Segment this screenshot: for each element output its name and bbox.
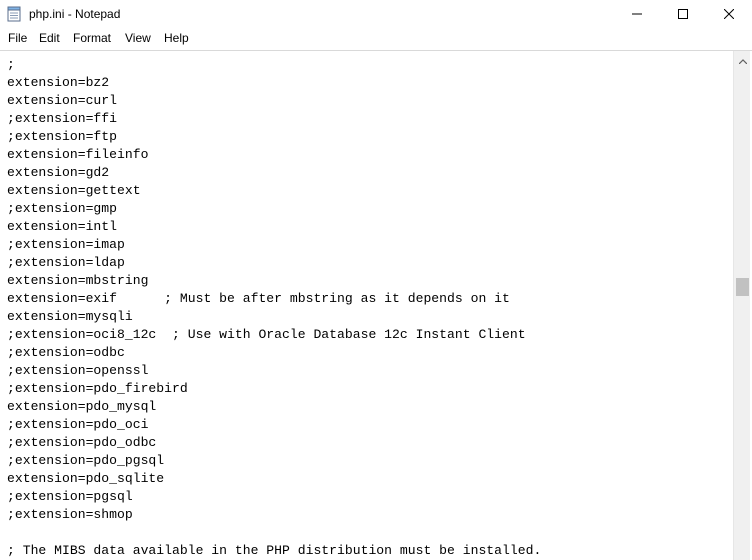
- text-line[interactable]: ;extension=pdo_odbc: [7, 434, 729, 452]
- text-line[interactable]: extension=bz2: [7, 74, 729, 92]
- text-line[interactable]: ;extension=odbc: [7, 344, 729, 362]
- maximize-icon: [678, 6, 688, 24]
- menu-bar: File Edit Format View Help: [0, 29, 752, 49]
- text-line[interactable]: extension=curl: [7, 92, 729, 110]
- text-editor[interactable]: ; extension=bz2 extension=curl ;extension=f…: [0, 50, 752, 560]
- text-line[interactable]: extension=mbstring: [7, 272, 729, 290]
- text-line[interactable]: extension=mysqli: [7, 308, 729, 326]
- notepad-icon[interactable]: [7, 6, 21, 22]
- text-line[interactable]: ;extension=ftp: [7, 128, 729, 146]
- text-line[interactable]: extension=gd2: [7, 164, 729, 182]
- text-line[interactable]: extension=intl: [7, 218, 729, 236]
- text-line[interactable]: ; The MIBS data available in the PHP dis…: [7, 542, 729, 559]
- text-line[interactable]: ;extension=imap: [7, 236, 729, 254]
- text-line[interactable]: ;extension=oci8_12c ; Use with Oracle Da…: [7, 326, 729, 344]
- text-line[interactable]: extension=pdo_mysql: [7, 398, 729, 416]
- title-bar[interactable]: php.ini - Notepad: [0, 0, 752, 29]
- close-button[interactable]: [706, 0, 752, 29]
- menu-format[interactable]: Format: [72, 31, 112, 45]
- text-line[interactable]: ;extension=pgsql: [7, 488, 729, 506]
- scroll-up-arrow-icon: [738, 51, 747, 69]
- text-line[interactable]: ;extension=pdo_firebird: [7, 380, 729, 398]
- vertical-scrollbar[interactable]: [733, 51, 750, 560]
- minimize-button[interactable]: [614, 0, 660, 29]
- menu-view[interactable]: View: [124, 31, 152, 45]
- text-line[interactable]: ;extension=shmop: [7, 506, 729, 524]
- maximize-button[interactable]: [660, 0, 706, 29]
- scroll-thumb[interactable]: [736, 278, 749, 296]
- text-line[interactable]: ;extension=gmp: [7, 200, 729, 218]
- window-title: php.ini - Notepad: [29, 7, 121, 21]
- minimize-icon: [632, 6, 642, 24]
- menu-edit[interactable]: Edit: [38, 31, 61, 45]
- text-line[interactable]: ;extension=ffi: [7, 110, 729, 128]
- menu-file[interactable]: File: [7, 31, 28, 45]
- text-content[interactable]: ; extension=bz2 extension=curl ;extension=f…: [7, 56, 729, 559]
- text-line[interactable]: extension=fileinfo: [7, 146, 729, 164]
- text-line[interactable]: ;extension=ldap: [7, 254, 729, 272]
- text-line[interactable]: ;extension=openssl: [7, 362, 729, 380]
- close-icon: [723, 6, 735, 24]
- text-line[interactable]: ;extension=pdo_oci: [7, 416, 729, 434]
- notepad-window: php.ini - Notepad File Edit Format View …: [0, 0, 752, 560]
- text-line[interactable]: ;: [7, 56, 729, 74]
- scroll-up-button[interactable]: [734, 51, 751, 68]
- text-line[interactable]: ;extension=pdo_pgsql: [7, 452, 729, 470]
- text-line[interactable]: extension=exif ; Must be after mbstring …: [7, 290, 729, 308]
- menu-help[interactable]: Help: [163, 31, 190, 45]
- text-line[interactable]: extension=gettext: [7, 182, 729, 200]
- text-line[interactable]: extension=pdo_sqlite: [7, 470, 729, 488]
- text-line[interactable]: [7, 524, 729, 542]
